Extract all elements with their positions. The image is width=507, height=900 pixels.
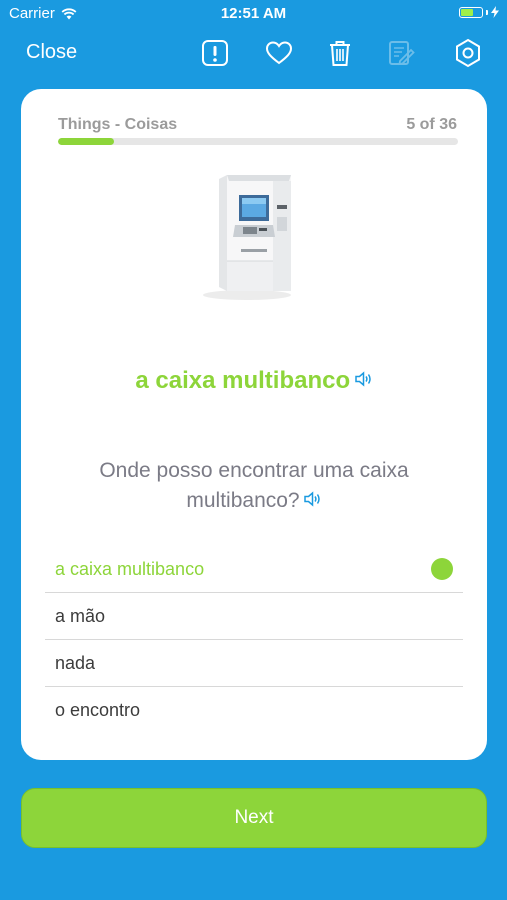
question-text-wrap: Onde posso encontrar uma caixa multibanc… bbox=[51, 456, 457, 516]
next-button[interactable]: Next bbox=[21, 788, 487, 848]
answer-option[interactable]: nada bbox=[45, 640, 463, 687]
battery-group bbox=[459, 6, 499, 18]
battery-icon bbox=[459, 6, 483, 18]
answer-label: nada bbox=[55, 652, 96, 673]
answer-option[interactable]: a mão bbox=[45, 593, 463, 640]
deck-name: Things - Coisas bbox=[58, 116, 178, 133]
word-row: a caixa multibanco bbox=[21, 367, 487, 395]
progress-fill bbox=[58, 138, 114, 145]
answer-label: o encontro bbox=[55, 699, 141, 720]
settings-icon[interactable] bbox=[453, 38, 483, 68]
trash-icon[interactable] bbox=[325, 38, 355, 68]
charging-bolt-icon bbox=[491, 6, 499, 18]
answer-label: a caixa multibanco bbox=[55, 558, 205, 579]
atm-image bbox=[203, 175, 291, 300]
close-button[interactable]: Close bbox=[26, 41, 77, 64]
correct-indicator-icon bbox=[431, 558, 453, 580]
answer-option[interactable]: o encontro bbox=[45, 687, 463, 733]
battery-tip bbox=[486, 9, 488, 15]
answer-label: a mão bbox=[55, 605, 106, 626]
status-time: 12:51 AM bbox=[220, 5, 287, 22]
progress-count: 5 of 36 bbox=[406, 116, 457, 133]
question-speaker-icon[interactable] bbox=[303, 486, 322, 516]
flashcard: Things - Coisas 5 of 36 a caixa multiban… bbox=[21, 89, 487, 760]
heart-icon[interactable] bbox=[264, 38, 294, 68]
report-icon[interactable] bbox=[200, 38, 230, 68]
toolbar: Close bbox=[0, 32, 507, 74]
question-text: Onde posso encontrar uma caixa multibanc… bbox=[99, 459, 409, 512]
edit-icon[interactable] bbox=[386, 38, 416, 68]
word-speaker-icon[interactable] bbox=[354, 370, 373, 392]
status-bar: Carrier 12:51 AM bbox=[0, 0, 507, 28]
answer-option[interactable]: a caixa multibanco bbox=[45, 546, 463, 593]
answer-list: a caixa multibanco a mão nada o encontro bbox=[45, 546, 463, 733]
vocab-word: a caixa multibanco bbox=[135, 367, 351, 394]
progress-bar bbox=[58, 138, 458, 145]
deck-header: Things - Coisas 5 of 36 bbox=[58, 116, 457, 136]
